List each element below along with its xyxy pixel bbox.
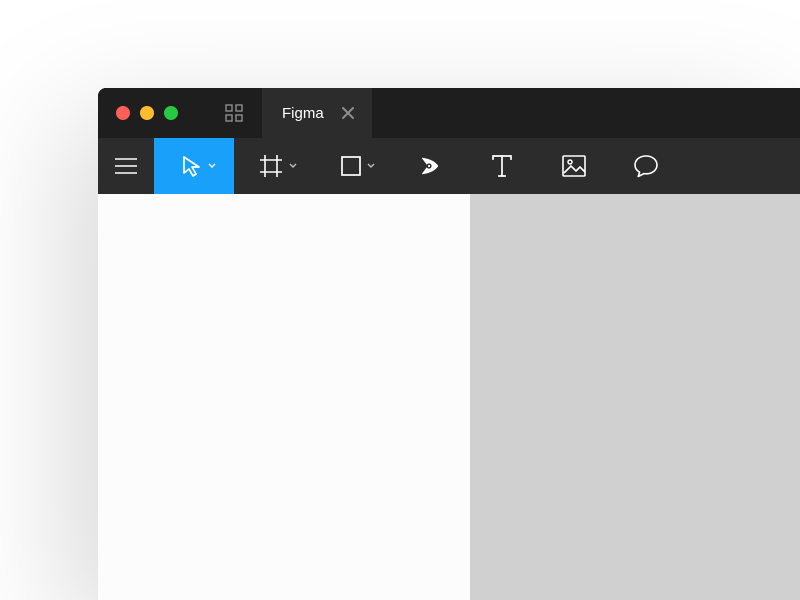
chevron-down-icon	[367, 163, 375, 169]
chevron-down-icon	[208, 163, 216, 169]
frame-icon	[259, 154, 283, 178]
tab-close-button[interactable]	[342, 107, 354, 119]
titlebar: Figma	[98, 88, 800, 138]
close-icon	[342, 107, 354, 119]
frame-tool[interactable]	[234, 138, 314, 194]
rectangle-icon	[341, 156, 361, 176]
text-tool[interactable]	[466, 138, 538, 194]
close-window-button[interactable]	[116, 106, 130, 120]
move-tool[interactable]	[154, 138, 234, 194]
place-image-tool[interactable]	[538, 138, 610, 194]
comment-icon	[633, 154, 659, 178]
shape-tool[interactable]	[314, 138, 394, 194]
left-panel	[98, 194, 470, 600]
home-grid-button[interactable]	[206, 88, 262, 138]
image-icon	[562, 155, 586, 177]
chevron-down-icon	[289, 163, 297, 169]
text-icon	[492, 155, 512, 177]
pen-icon	[418, 154, 442, 178]
menu-icon	[115, 158, 137, 174]
grid-icon	[225, 104, 243, 122]
tab-title: Figma	[282, 105, 324, 122]
window-controls	[98, 106, 178, 120]
tab-strip: Figma	[206, 88, 372, 138]
pen-tool[interactable]	[394, 138, 466, 194]
main-menu-button[interactable]	[98, 138, 154, 194]
canvas-area[interactable]	[98, 194, 800, 600]
cursor-icon	[180, 154, 202, 178]
comment-tool[interactable]	[610, 138, 682, 194]
maximize-window-button[interactable]	[164, 106, 178, 120]
minimize-window-button[interactable]	[140, 106, 154, 120]
app-window: Figma	[98, 88, 800, 600]
toolbar	[98, 138, 800, 194]
tab-figma[interactable]: Figma	[262, 88, 372, 138]
